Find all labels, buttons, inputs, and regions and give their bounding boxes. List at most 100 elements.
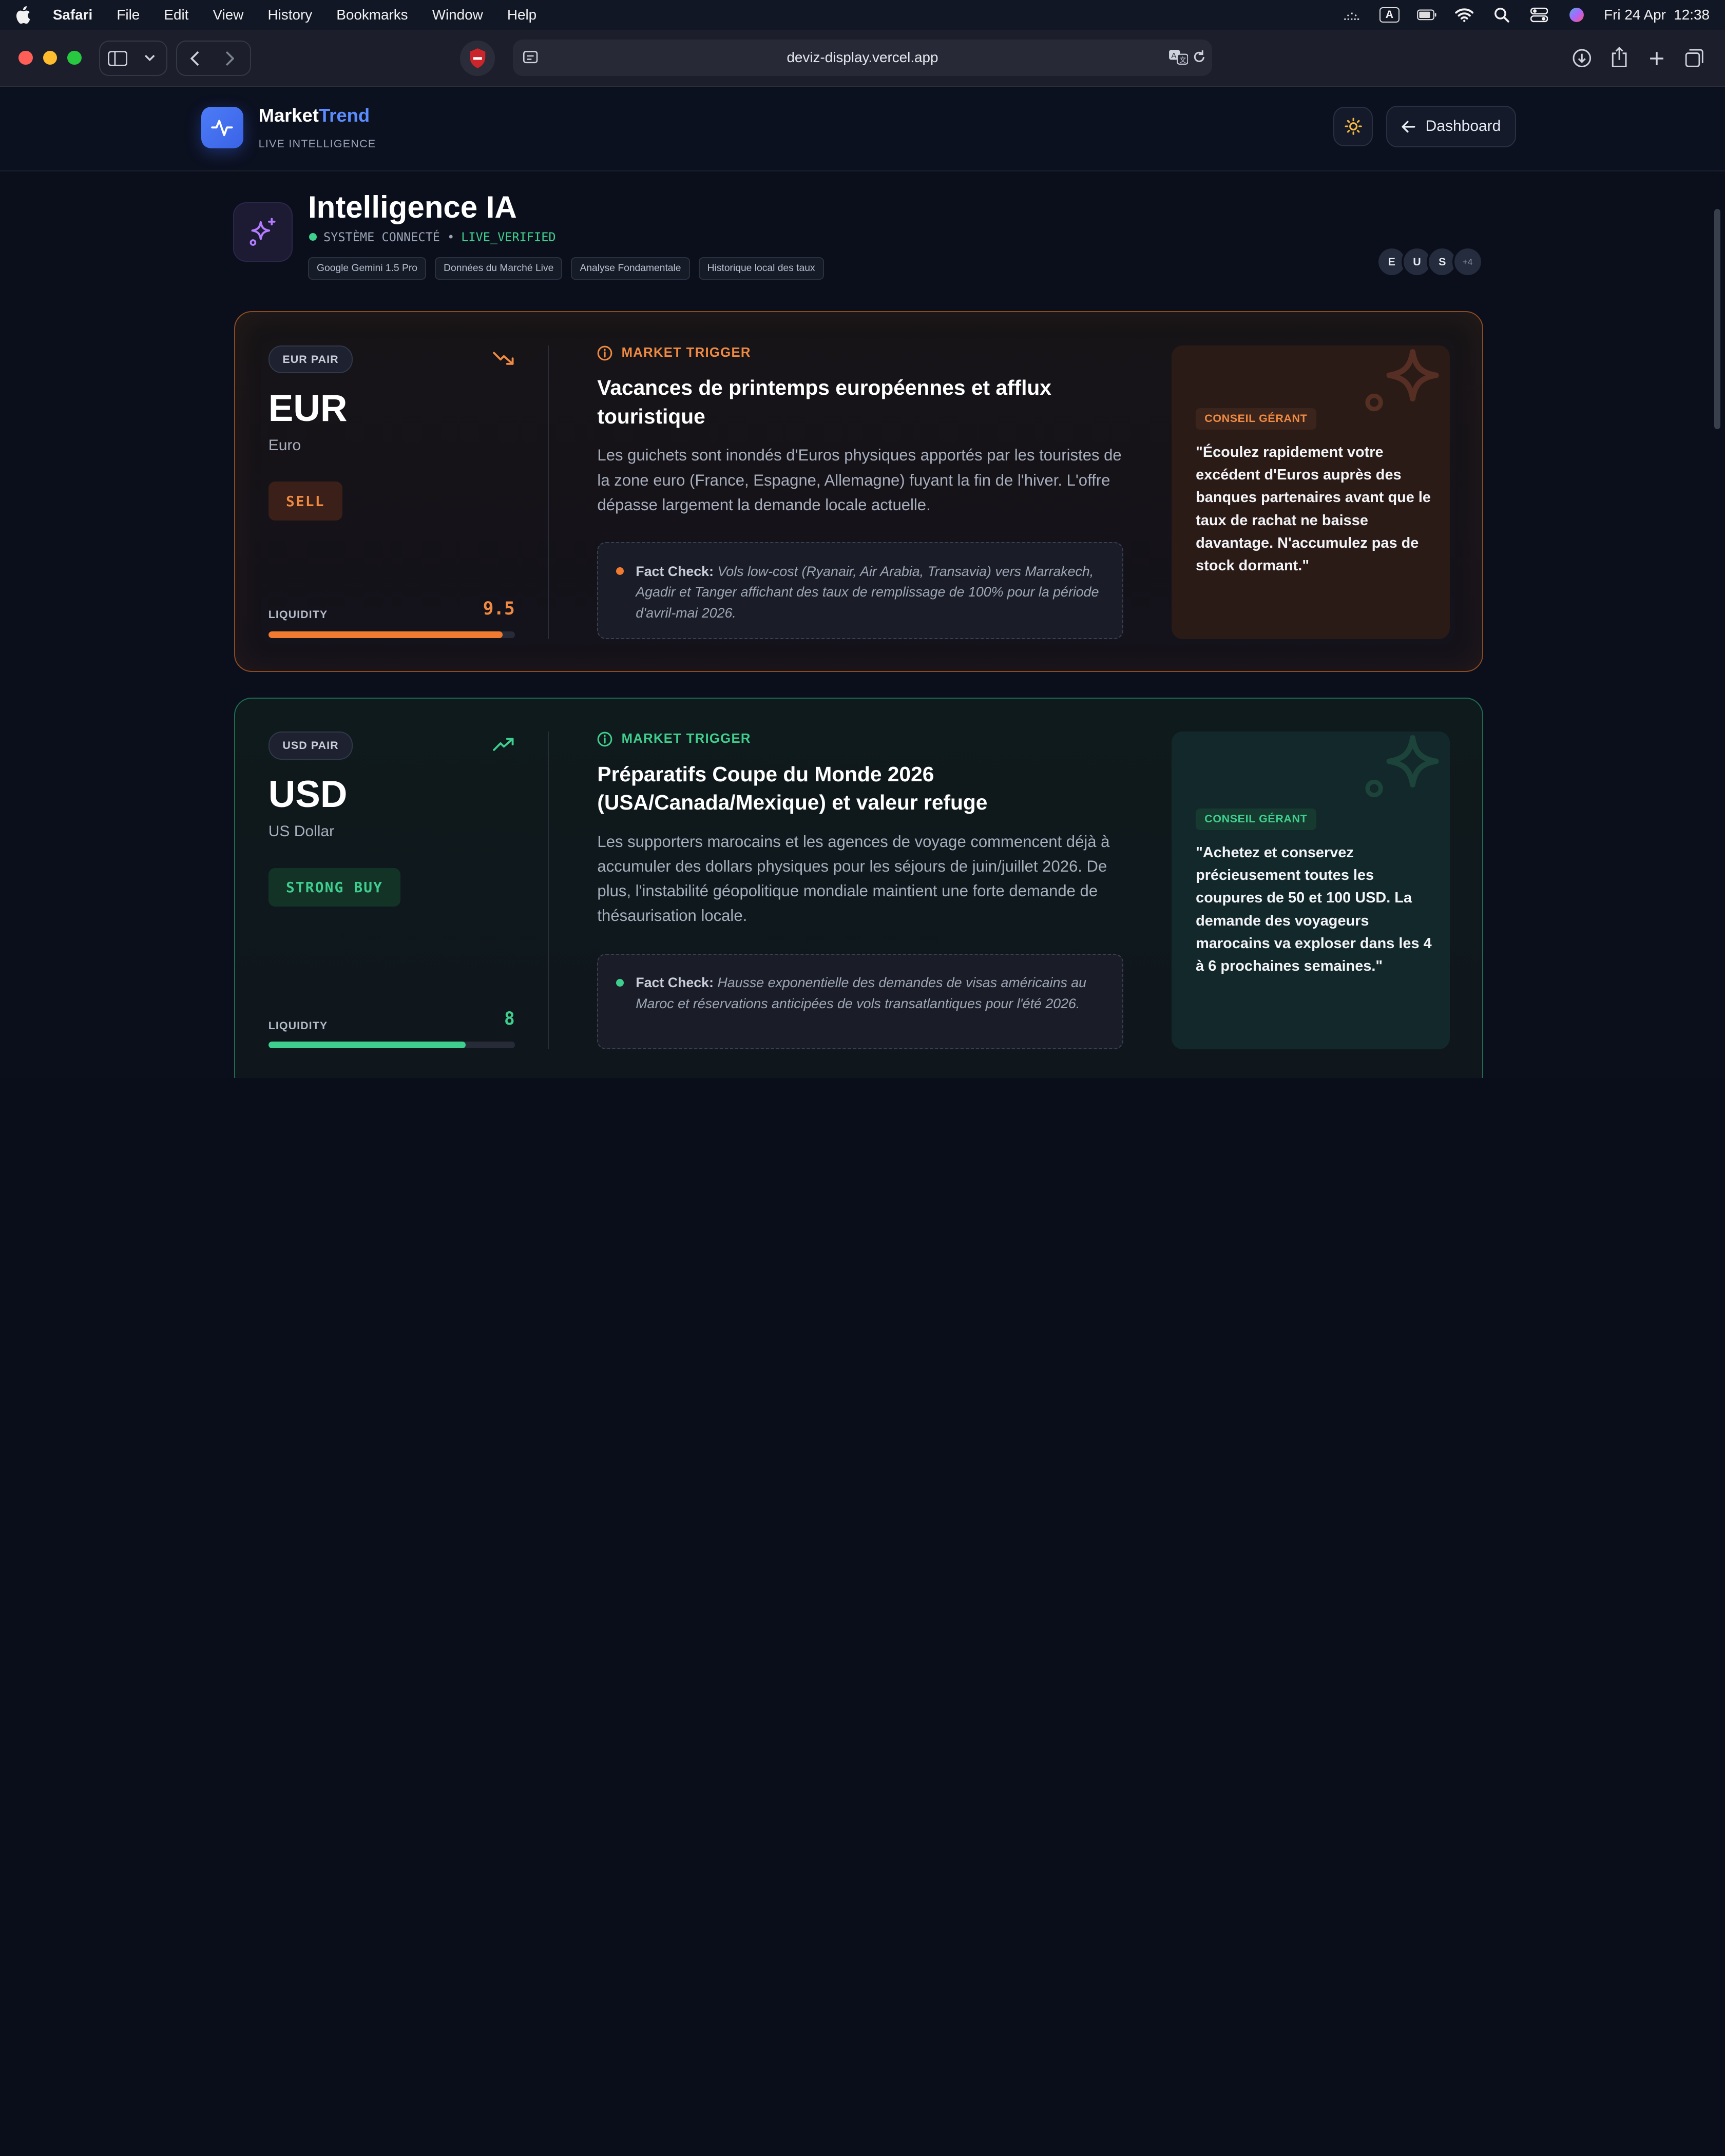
currency-name: US Dollar <box>268 822 335 840</box>
new-tab-icon[interactable] <box>1639 41 1675 76</box>
currency-code: EUR <box>268 388 348 430</box>
tag-model: Google Gemini 1.5 Pro <box>308 257 426 280</box>
tag-analysis: Analyse Fondamentale <box>571 257 690 280</box>
liquidity-value: 8 <box>504 1008 515 1029</box>
zoom-window-button[interactable] <box>67 50 82 65</box>
siri-icon[interactable] <box>1566 7 1586 23</box>
trigger-description: Les supporters marocains et les agences … <box>597 832 1110 925</box>
market-trigger-label: MARKET TRIGGER <box>621 732 751 746</box>
tab-overview-icon[interactable] <box>1677 41 1712 76</box>
ai-badge <box>233 202 293 262</box>
advice-label: CONSEIL GÉRANT <box>1196 808 1316 830</box>
browser-toolbar: deviz-display.vercel.app A文 <box>0 29 1725 87</box>
menu-app-name[interactable]: Safari <box>53 7 92 23</box>
sparkles-icon <box>1365 349 1439 412</box>
screen: Safari File Edit View History Bookmarks … <box>0 0 1725 1078</box>
action-badge: STRONG BUY <box>268 868 401 907</box>
close-window-button[interactable] <box>18 50 33 65</box>
translate-icon[interactable]: A文 <box>1168 49 1189 68</box>
info-icon <box>598 732 612 747</box>
privacy-shield-icon[interactable] <box>459 41 495 76</box>
tag-market-data: Données du Marché Live <box>435 257 563 280</box>
market-trigger: MARKET TRIGGER <box>597 345 751 361</box>
menu-history[interactable]: History <box>268 7 313 23</box>
weather-icon[interactable] <box>1342 7 1362 23</box>
wifi-icon[interactable] <box>1454 7 1474 23</box>
source-tags: Google Gemini 1.5 Pro Données du Marché … <box>308 257 824 280</box>
connection-status: SYSTÈME CONNECTÉ • LIVE_VERIFIED <box>309 229 556 244</box>
page-scrollbar[interactable] <box>1714 209 1721 429</box>
liquidity-bar <box>268 1042 515 1048</box>
app-logo[interactable] <box>201 106 243 149</box>
fact-check-label: Fact Check: <box>636 974 714 990</box>
info-icon <box>598 345 612 361</box>
liquidity-bar-fill <box>268 1042 466 1048</box>
menu-view[interactable]: View <box>213 7 244 23</box>
arrow-left-icon <box>1402 121 1415 132</box>
action-badge: SELL <box>268 482 342 521</box>
sidebar-icon[interactable] <box>100 41 136 76</box>
minimize-window-button[interactable] <box>43 50 57 65</box>
downloads-icon[interactable] <box>1564 41 1600 76</box>
manager-advice-panel: CONSEIL GÉRANT "Achetez et conservez pré… <box>1171 731 1450 1050</box>
chevron-down-icon[interactable] <box>135 41 164 76</box>
svg-text:A: A <box>1171 52 1176 61</box>
trigger-headline: Vacances de printemps européennes et aff… <box>597 376 1051 429</box>
page-info-icon[interactable] <box>522 48 539 69</box>
spotlight-search-icon[interactable] <box>1492 7 1512 23</box>
currency-name: Euro <box>268 436 301 454</box>
dashboard-button[interactable]: Dashboard <box>1386 105 1516 148</box>
sparkles-icon <box>250 218 276 246</box>
market-trigger: MARKET TRIGGER <box>597 732 751 747</box>
page-title: Intelligence IA <box>308 189 517 224</box>
brand-tagline: LIVE INTELLIGENCE <box>258 137 376 150</box>
currency-card-eur: EUR PAIR EUR Euro SELL LIQUIDITY 9.5 MAR… <box>234 311 1483 672</box>
currency-avatars: E U S +4 <box>1376 246 1483 277</box>
liquidity-label: LIQUIDITY <box>268 1019 328 1032</box>
trigger-headline: Préparatifs Coupe du Monde 2026 (USA/Can… <box>597 762 988 815</box>
advice-quote: "Achetez et conservez précieusement tout… <box>1196 844 1432 974</box>
brand-main: Market <box>258 104 319 126</box>
apple-menu-icon[interactable] <box>15 6 31 24</box>
menubar-clock[interactable]: Fri 24 Apr 12:38 <box>1604 7 1710 23</box>
status-verified: LIVE_VERIFIED <box>461 229 556 244</box>
pulse-icon <box>211 120 234 137</box>
menu-bar: Safari File Edit View History Bookmarks … <box>0 0 1725 30</box>
forward-icon[interactable] <box>212 41 247 76</box>
menu-window[interactable]: Window <box>432 7 483 23</box>
trending-down-icon <box>493 352 514 365</box>
app-header: MarketTrend LIVE INTELLIGENCE Dashboard <box>0 88 1725 172</box>
fact-check-dot <box>616 978 624 987</box>
url-text[interactable]: deviz-display.vercel.app <box>787 49 938 66</box>
menu-bookmarks[interactable]: Bookmarks <box>336 7 408 23</box>
liquidity-bar-fill <box>268 631 503 638</box>
status-dot <box>309 233 317 241</box>
liquidity-bar <box>268 631 515 638</box>
battery-icon[interactable] <box>1417 7 1437 23</box>
pair-label: USD PAIR <box>268 731 353 760</box>
fact-check-box: Fact Check: Hausse exponentielle des dem… <box>597 953 1123 1050</box>
sidebar-toggle-group <box>99 41 167 76</box>
status-text: SYSTÈME CONNECTÉ • <box>323 229 455 244</box>
card-divider <box>547 345 549 639</box>
market-trigger-label: MARKET TRIGGER <box>621 345 751 360</box>
manager-advice-panel: CONSEIL GÉRANT "Écoulez rapidement votre… <box>1171 345 1450 639</box>
avatar-more[interactable]: +4 <box>1452 246 1483 277</box>
window-controls <box>18 50 82 65</box>
address-bar[interactable]: deviz-display.vercel.app A文 <box>512 40 1213 76</box>
menu-help[interactable]: Help <box>507 7 536 23</box>
pair-label: EUR PAIR <box>268 345 353 374</box>
menu-file[interactable]: File <box>117 7 140 23</box>
currency-code: USD <box>268 774 348 816</box>
reload-icon[interactable] <box>1193 49 1206 68</box>
liquidity-label: LIQUIDITY <box>268 608 328 621</box>
control-center-icon[interactable] <box>1529 7 1549 23</box>
share-icon[interactable] <box>1602 40 1637 75</box>
history-nav-group <box>176 41 251 76</box>
back-icon[interactable] <box>177 41 213 76</box>
advice-quote: "Écoulez rapidement votre excédent d'Eur… <box>1196 444 1431 574</box>
brand-name: MarketTrend <box>259 105 370 126</box>
menu-edit[interactable]: Edit <box>164 7 188 23</box>
input-source-indicator[interactable]: A <box>1379 7 1400 23</box>
theme-toggle-button[interactable] <box>1333 106 1373 146</box>
